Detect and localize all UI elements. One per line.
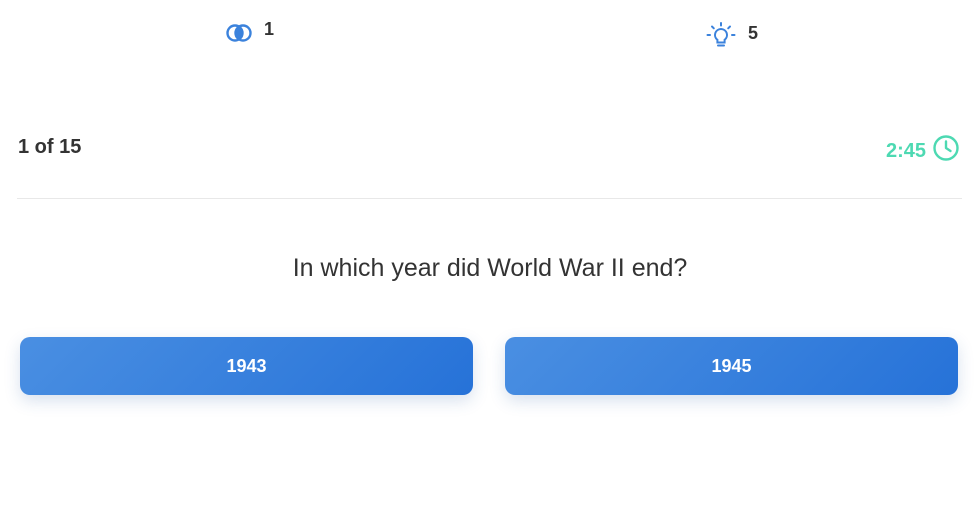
answer-button-2[interactable]: 1945 [505, 337, 958, 395]
double-circle-icon [226, 23, 252, 42]
timer: 2:45 [886, 134, 960, 168]
hint-counter[interactable]: 5 [706, 22, 758, 50]
lifeline-count: 1 [264, 19, 275, 39]
lifeline-counter[interactable]: 1 [226, 19, 275, 43]
clock-icon [932, 134, 960, 168]
divider [17, 198, 962, 199]
timer-value: 2:45 [885, 139, 926, 162]
question-progress: 1 of 15 [18, 136, 82, 158]
quiz-page: 1 5 1 of 15 2:45 In which year did World… [0, 0, 980, 511]
answer-label: 1945 [711, 355, 752, 376]
question-text: In which year did World War II end? [292, 254, 688, 282]
lightbulb-icon [706, 22, 736, 50]
answer-button-1[interactable]: 1943 [20, 337, 473, 395]
hint-count: 5 [748, 22, 759, 43]
answer-label: 1943 [226, 355, 267, 376]
